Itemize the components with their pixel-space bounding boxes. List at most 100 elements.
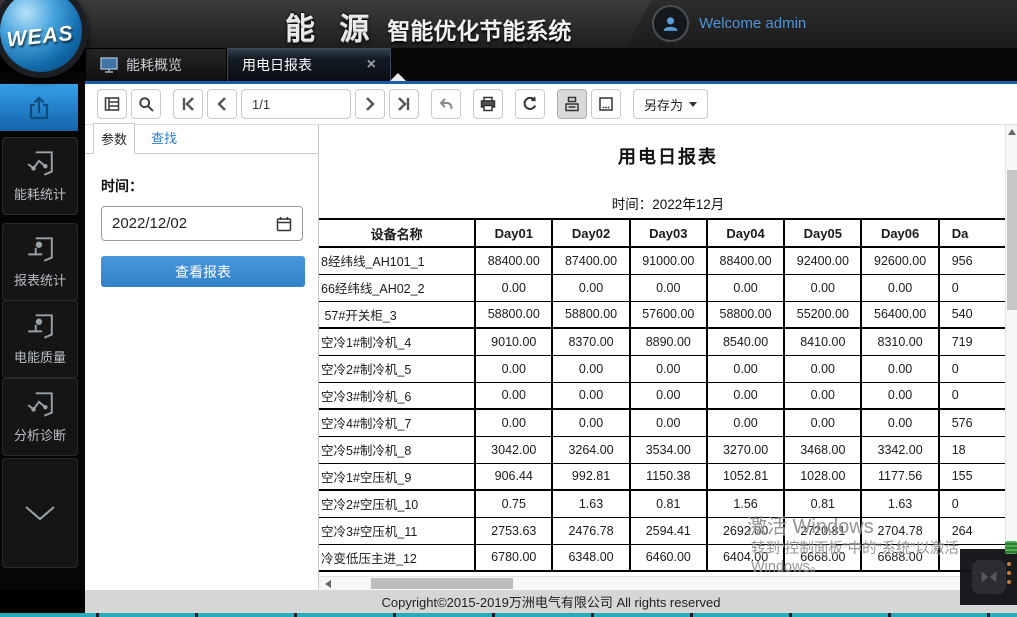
- column-header: Day05: [784, 219, 861, 247]
- monitor-icon: [100, 57, 118, 73]
- device-name-cell: 空冷4#制冷机_7: [319, 409, 475, 436]
- sidebar-item-energy-stats[interactable]: 能耗统计: [2, 137, 78, 215]
- horizontal-scrollbar[interactable]: [319, 576, 1005, 590]
- value-cell-clipped: 18: [939, 436, 1014, 463]
- date-input[interactable]: 2022/12/02: [101, 206, 303, 241]
- device-name-cell: 空冷1#制冷机_4: [319, 328, 475, 355]
- chart-wave-icon: [25, 149, 55, 177]
- value-cell: 0.00: [861, 274, 938, 301]
- user-avatar-icon[interactable]: [652, 5, 689, 42]
- app-title: 能 源 智能优化节能系统: [285, 4, 571, 48]
- value-cell: 0.00: [784, 409, 861, 436]
- value-cell: 9010.00: [475, 328, 552, 355]
- table-row: 冷变低压主进_126780.006348.006460.006404.00666…: [319, 544, 1014, 571]
- first-page-button[interactable]: [173, 89, 203, 119]
- column-header: Day01: [475, 219, 552, 247]
- export-icon: [24, 93, 54, 123]
- horizontal-scrollbar-thumb[interactable]: [371, 578, 513, 589]
- value-cell: 992.81: [552, 463, 629, 490]
- value-cell: 1028.00: [784, 463, 861, 490]
- value-cell: 0.00: [475, 274, 552, 301]
- search-button[interactable]: [131, 89, 161, 119]
- save-as-button[interactable]: 另存为: [633, 89, 708, 119]
- scroll-left-arrow-icon[interactable]: [325, 580, 331, 588]
- table-row: 空冷4#制冷机_70.000.000.000.000.000.00576: [319, 409, 1014, 436]
- sidebar-export-button[interactable]: [0, 84, 78, 131]
- close-icon[interactable]: ×: [367, 56, 376, 74]
- value-cell: 3042.00: [475, 436, 552, 463]
- toggle-params-panel-button[interactable]: [97, 89, 127, 119]
- active-tab-caret: [390, 73, 406, 81]
- value-cell: 0.00: [707, 274, 784, 301]
- value-cell: 8890.00: [630, 328, 707, 355]
- view-report-button[interactable]: 查看报表: [101, 256, 305, 287]
- value-cell: 6780.00: [475, 544, 552, 571]
- refresh-button[interactable]: [515, 89, 545, 119]
- sidebar-item-report-stats[interactable]: 报表统计: [2, 223, 78, 301]
- value-cell: 0.00: [784, 355, 861, 382]
- value-cell-clipped: 540: [939, 301, 1014, 328]
- tab-daily-report[interactable]: 用电日报表 ×: [227, 48, 391, 81]
- value-cell: 0.00: [861, 382, 938, 409]
- tab-energy-overview[interactable]: 能耗概览: [85, 48, 227, 81]
- scroll-up-arrow-icon[interactable]: [1008, 129, 1016, 135]
- sidebar-item-power-quality[interactable]: 电能质量: [2, 300, 78, 378]
- tab-bar: 能耗概览 用电日报表 ×: [85, 48, 1017, 84]
- recorder-status-icon: [1005, 541, 1017, 554]
- value-cell-clipped: 0: [939, 490, 1014, 517]
- column-header: Day06: [861, 219, 938, 247]
- device-name-cell: 66经纬线_AH02_2: [319, 274, 475, 301]
- value-cell: 6688.00: [861, 544, 938, 571]
- table-row: 空冷2#制冷机_50.000.000.000.000.000.000: [319, 355, 1014, 382]
- tab-find[interactable]: 查找: [151, 128, 177, 153]
- prev-page-button[interactable]: [207, 89, 237, 119]
- vertical-scrollbar-thumb[interactable]: [1007, 170, 1017, 310]
- sidebar-expand-button[interactable]: [2, 458, 78, 568]
- print-layout-button[interactable]: [557, 89, 587, 119]
- page-number-input[interactable]: [241, 89, 351, 119]
- value-cell: 2594.41: [630, 517, 707, 544]
- back-button[interactable]: [431, 89, 461, 119]
- caret-down-icon: [689, 102, 697, 107]
- table-row: 空冷1#空压机_9906.44992.811150.381052.811028.…: [319, 463, 1014, 490]
- device-name-cell: 空冷1#空压机_9: [319, 463, 475, 490]
- value-cell: 0.00: [475, 355, 552, 382]
- sidebar-item-analysis[interactable]: 分析诊断: [2, 378, 78, 456]
- app-window: 能 源 智能优化节能系统 Welcome admin WEAS: [0, 0, 1017, 617]
- report-toolbar: 另存为: [85, 84, 1017, 125]
- node-chart-icon: [25, 235, 55, 263]
- recorder-play-button[interactable]: [972, 560, 1006, 594]
- app-header: 能 源 智能优化节能系统 Welcome admin: [0, 0, 1017, 48]
- save-as-label: 另存为: [644, 95, 683, 114]
- value-cell: 0.00: [630, 409, 707, 436]
- value-cell: 0.00: [552, 382, 629, 409]
- value-cell: 3534.00: [630, 436, 707, 463]
- value-cell: 0.00: [552, 274, 629, 301]
- device-name-cell: 空冷3#制冷机_6: [319, 382, 475, 409]
- value-cell: 55200.00: [784, 301, 861, 328]
- value-cell: 8370.00: [552, 328, 629, 355]
- calendar-icon[interactable]: [276, 216, 292, 232]
- recorder-dots-icon: [1007, 562, 1011, 584]
- value-cell: 3468.00: [784, 436, 861, 463]
- value-cell: 88400.00: [475, 247, 552, 274]
- device-name-cell: 冷变低压主进_12: [319, 544, 475, 571]
- chart-wave-icon: [25, 390, 55, 418]
- value-cell: 8410.00: [784, 328, 861, 355]
- value-cell: 8540.00: [707, 328, 784, 355]
- welcome-text: Welcome admin: [699, 15, 806, 32]
- value-cell-clipped: 719: [939, 328, 1014, 355]
- vertical-scrollbar[interactable]: [1005, 125, 1017, 576]
- weas-logo-text: WEAS: [5, 22, 74, 53]
- value-cell: 0.00: [784, 382, 861, 409]
- value-cell: 91000.00: [630, 247, 707, 274]
- last-page-button[interactable]: [389, 89, 419, 119]
- column-header: 设备名称: [319, 219, 475, 247]
- value-cell: 92400.00: [784, 247, 861, 274]
- print-button[interactable]: [473, 89, 503, 119]
- page-setup-button[interactable]: [591, 89, 621, 119]
- sidebar-item-label: 电能质量: [14, 347, 66, 366]
- tab-params[interactable]: 参数: [93, 123, 135, 154]
- next-page-button[interactable]: [355, 89, 385, 119]
- value-cell: 6668.00: [784, 544, 861, 571]
